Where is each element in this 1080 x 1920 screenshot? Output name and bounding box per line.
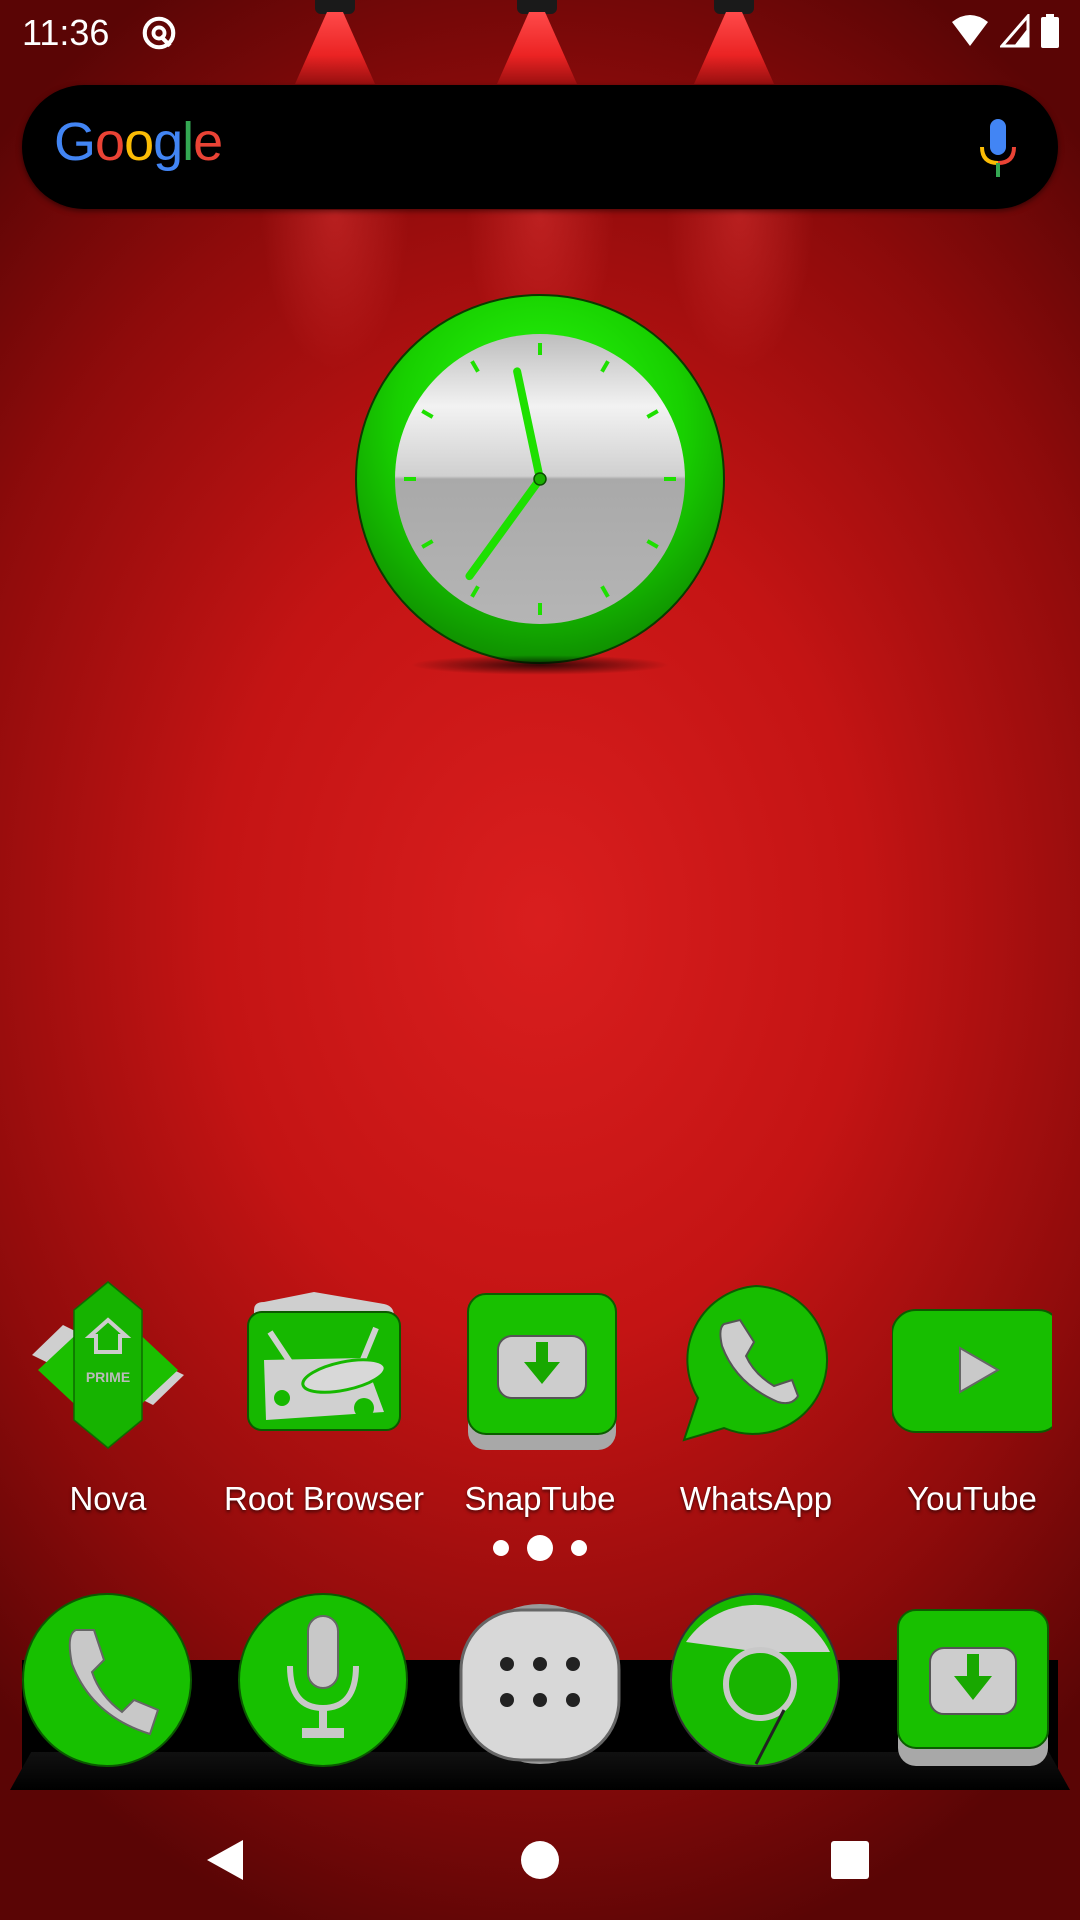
- page-dot[interactable]: [493, 1540, 509, 1556]
- svg-text:PRIME: PRIME: [86, 1369, 130, 1385]
- home-button[interactable]: [510, 1830, 570, 1890]
- app-label: Nova: [69, 1480, 147, 1517]
- status-time: 11:36: [22, 12, 110, 53]
- microphone-icon: [238, 1593, 408, 1767]
- dock-voice-search[interactable]: [238, 1592, 408, 1772]
- page-indicator: [0, 1535, 1080, 1561]
- recents-square-icon: [831, 1841, 869, 1879]
- app-root-browser[interactable]: Root Browser: [216, 1280, 432, 1520]
- google-mic-icon[interactable]: [978, 119, 1018, 179]
- analog-clock-widget[interactable]: [354, 293, 726, 665]
- page-dot[interactable]: [571, 1540, 587, 1556]
- app-whatsapp[interactable]: WhatsApp: [648, 1280, 864, 1520]
- clock-shadow: [410, 655, 670, 675]
- google-logo: Google: [54, 112, 223, 172]
- phone-icon: [22, 1593, 192, 1767]
- root-browser-icon: [247, 1292, 401, 1431]
- dock-downloader[interactable]: [888, 1592, 1058, 1772]
- home-circle-icon: [521, 1841, 559, 1879]
- wifi-icon: [952, 15, 988, 46]
- status-bar: 11:36: [0, 0, 1080, 62]
- youtube-icon: [892, 1309, 1052, 1433]
- dock-chrome[interactable]: [670, 1592, 840, 1772]
- app-snaptube[interactable]: SnapTube: [432, 1280, 648, 1520]
- at-sign-circle-icon: [142, 16, 176, 50]
- snaptube-icon: [467, 1293, 617, 1450]
- download-icon: [897, 1609, 1049, 1766]
- dock-phone[interactable]: [22, 1592, 192, 1772]
- app-label: SnapTube: [464, 1480, 616, 1517]
- app-youtube[interactable]: YouTube: [864, 1280, 1080, 1520]
- battery-icon: [1041, 14, 1059, 48]
- whatsapp-icon: [682, 1284, 829, 1442]
- recents-button[interactable]: [820, 1830, 880, 1890]
- app-label: WhatsApp: [679, 1480, 833, 1517]
- app-nova[interactable]: PRIME Nova: [0, 1280, 216, 1520]
- app-label: Root Browser: [224, 1480, 424, 1517]
- cell-signal-icon: [1000, 14, 1030, 48]
- dock-app-drawer[interactable]: [455, 1592, 625, 1772]
- navigation-bar: [0, 1810, 1080, 1900]
- nova-prime-icon: PRIME: [32, 1281, 184, 1449]
- back-button[interactable]: [195, 1830, 255, 1890]
- chrome-icon: [670, 1593, 840, 1767]
- app-label: YouTube: [907, 1480, 1037, 1517]
- app-drawer-icon: [459, 1604, 621, 1764]
- google-search-bar[interactable]: Google: [22, 85, 1058, 209]
- back-triangle-icon: [207, 1840, 243, 1880]
- page-dot-active[interactable]: [527, 1535, 553, 1561]
